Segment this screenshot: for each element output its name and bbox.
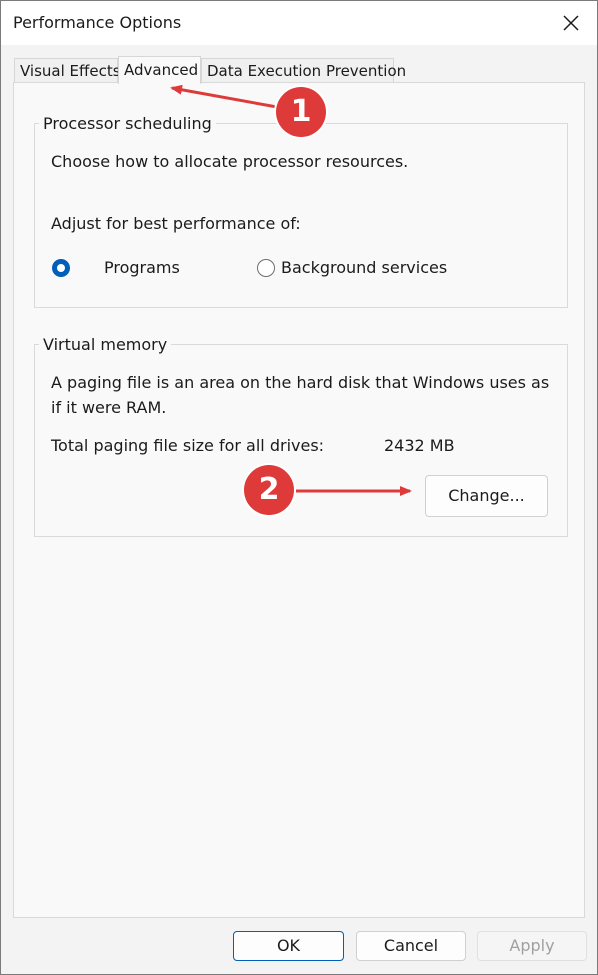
annotation-badge-2: 2 (244, 465, 294, 515)
annotation-overlay (170, 84, 412, 496)
annotation-arrow-1 (170, 84, 278, 109)
annotation-badge-1: 1 (276, 87, 326, 137)
